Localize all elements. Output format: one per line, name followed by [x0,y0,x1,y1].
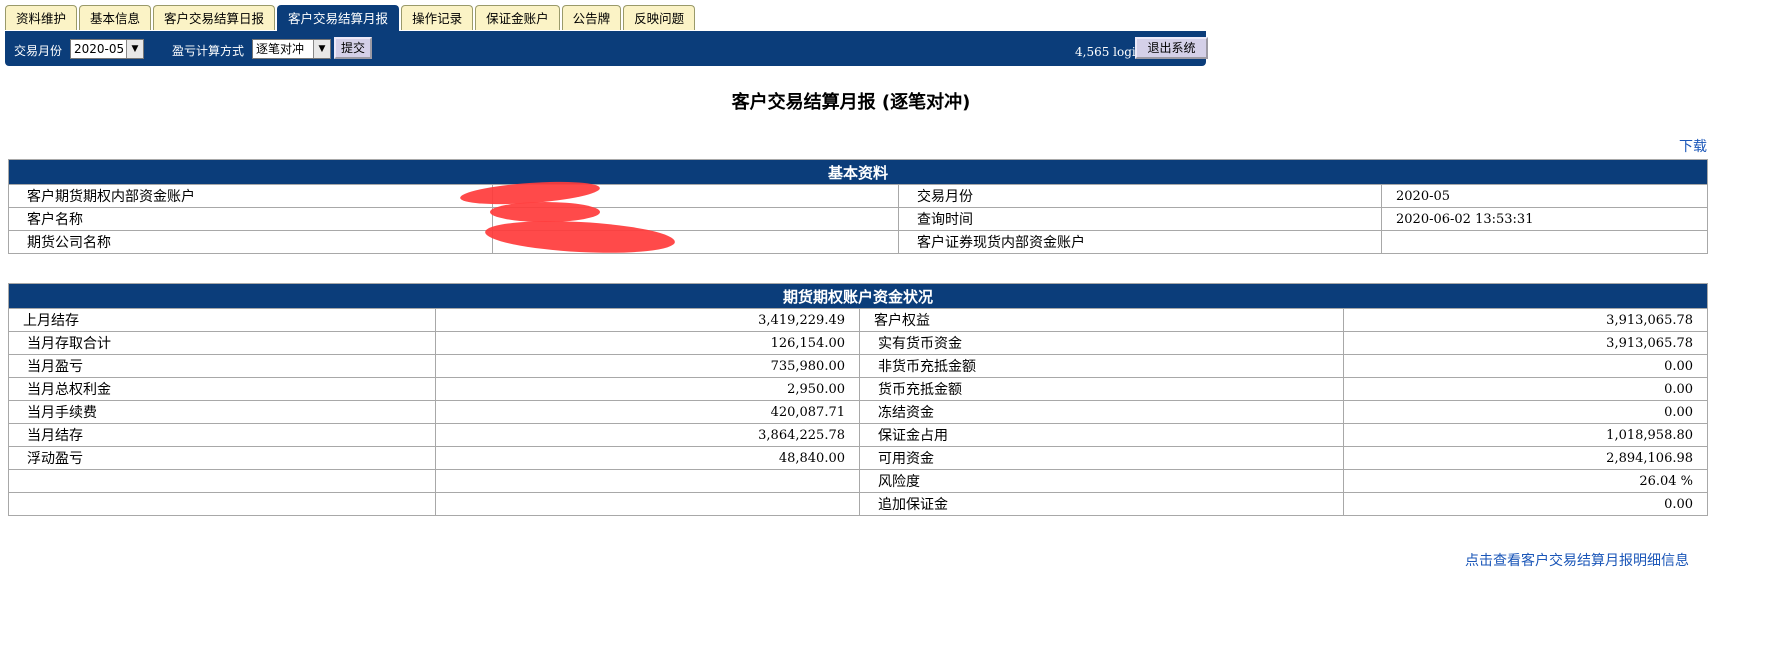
table-row: 追加保证金 0.00 [8,492,1709,516]
value-cell [1380,230,1709,254]
label-cell [8,469,436,493]
label-cell: 当月总权利金 [8,377,436,401]
value-cell [435,492,860,516]
label-cell: 非货币充抵金额 [859,354,1344,378]
login-info: 4,565 login [1075,45,1144,59]
nav-tabs: 资料维护 基本信息 客户交易结算日报 客户交易结算月报 操作记录 保证金账户 公… [5,5,697,32]
tab-margin-account[interactable]: 保证金账户 [475,5,560,30]
download-link[interactable]: 下载 [1679,136,1707,156]
tab-basic-info[interactable]: 基本信息 [79,5,152,30]
label-cell: 期货公司名称 [8,230,493,254]
value-cell: 0.00 [1342,377,1709,401]
chevron-down-icon: ▼ [126,40,143,58]
tab-bulletin-board[interactable]: 公告牌 [561,5,622,30]
value-cell: 2020-05 [1380,184,1709,208]
value-cell: 2020-06-02 13:53:31 [1380,207,1709,231]
table-row: 当月结存 3,864,225.78 保证金占用 1,018,958.80 [8,423,1709,447]
tab-profile-maintenance[interactable]: 资料维护 [5,5,78,30]
value-cell: 3,913,065.78 [1342,308,1709,332]
table-row: 客户期货期权内部资金账户 交易月份 2020-05 [8,184,1709,208]
label-cell: 客户权益 [859,308,1344,332]
label-cell: 交易月份 [898,184,1382,208]
value-cell: 3,864,225.78 [435,423,860,447]
value-cell: 2,894,106.98 [1342,446,1709,470]
label-cell: 货币充抵金额 [859,377,1344,401]
chevron-down-icon: ▼ [313,40,330,58]
value-cell: 0.00 [1342,492,1709,516]
value-cell: 3,419,229.49 [435,308,860,332]
value-cell: 420,087.71 [435,400,860,424]
logout-button[interactable]: 退出系统 [1135,37,1208,59]
value-cell: 3,913,065.78 [1342,331,1709,355]
month-select[interactable]: 2020-05 ▼ [70,39,144,59]
value-cell: 0.00 [1342,354,1709,378]
label-cell: 实有货币资金 [859,331,1344,355]
value-cell: 735,980.00 [435,354,860,378]
label-cell: 客户期货期权内部资金账户 [8,184,493,208]
tab-daily-report[interactable]: 客户交易结算日报 [153,5,276,30]
table-row: 风险度 26.04 % [8,469,1709,493]
query-toolbar: 交易月份 2020-05 ▼ 盈亏计算方式 逐笔对冲 ▼ 提交 4,565 lo… [5,31,1208,66]
method-select-value: 逐笔对冲 [256,42,305,56]
account-status-header: 期货期权账户资金状况 [7,283,1709,309]
value-cell: 48,840.00 [435,446,860,470]
value-cell [435,469,860,493]
label-cell: 浮动盈亏 [8,446,436,470]
label-cell: 冻结资金 [859,400,1344,424]
table-row: 当月盈亏 735,980.00 非货币充抵金额 0.00 [8,354,1709,378]
page-title: 客户交易结算月报 (逐笔对冲) [731,92,971,113]
label-cell: 风险度 [859,469,1344,493]
label-cell [8,492,436,516]
basic-info-header: 基本资料 [7,159,1709,185]
account-status-table: 期货期权账户资金状况 上月结存 3,419,229.49 客户权益 3,913,… [7,283,1709,516]
label-cell: 查询时间 [898,207,1382,231]
table-row: 期货公司名称 客户证券现货内部资金账户 [8,230,1709,254]
value-cell: 1,018,958.80 [1342,423,1709,447]
label-cell: 当月手续费 [8,400,436,424]
method-label: 盈亏计算方式 [172,44,245,58]
table-row: 当月手续费 420,087.71 冻结资金 0.00 [8,400,1709,424]
label-cell: 客户名称 [8,207,493,231]
label-cell: 当月盈亏 [8,354,436,378]
value-cell: 0.00 [1342,400,1709,424]
method-select[interactable]: 逐笔对冲 ▼ [252,39,331,59]
month-label: 交易月份 [14,44,63,58]
detail-link[interactable]: 点击查看客户交易结算月报明细信息 [1465,550,1689,570]
basic-info-table: 基本资料 客户期货期权内部资金账户 交易月份 2020-05 客户名称 查询时间… [7,159,1709,254]
value-cell: 2,950.00 [435,377,860,401]
tab-operation-log[interactable]: 操作记录 [401,5,474,30]
value-cell: 126,154.00 [435,331,860,355]
redaction-mark [490,202,600,222]
table-row: 客户名称 查询时间 2020-06-02 13:53:31 [8,207,1709,231]
tab-monthly-report[interactable]: 客户交易结算月报 [277,5,400,32]
label-cell: 当月结存 [8,423,436,447]
label-cell: 追加保证金 [859,492,1344,516]
tab-feedback[interactable]: 反映问题 [623,5,696,30]
label-cell: 可用资金 [859,446,1344,470]
month-select-value: 2020-05 [74,42,125,56]
label-cell: 上月结存 [8,308,436,332]
label-cell: 保证金占用 [859,423,1344,447]
table-row: 浮动盈亏 48,840.00 可用资金 2,894,106.98 [8,446,1709,470]
submit-button[interactable]: 提交 [334,37,373,59]
label-cell: 客户证券现货内部资金账户 [898,230,1382,254]
table-row: 上月结存 3,419,229.49 客户权益 3,913,065.78 [8,308,1709,332]
table-row: 当月总权利金 2,950.00 货币充抵金额 0.00 [8,377,1709,401]
table-row: 当月存取合计 126,154.00 实有货币资金 3,913,065.78 [8,331,1709,355]
value-cell: 26.04 % [1342,469,1709,493]
label-cell: 当月存取合计 [8,331,436,355]
